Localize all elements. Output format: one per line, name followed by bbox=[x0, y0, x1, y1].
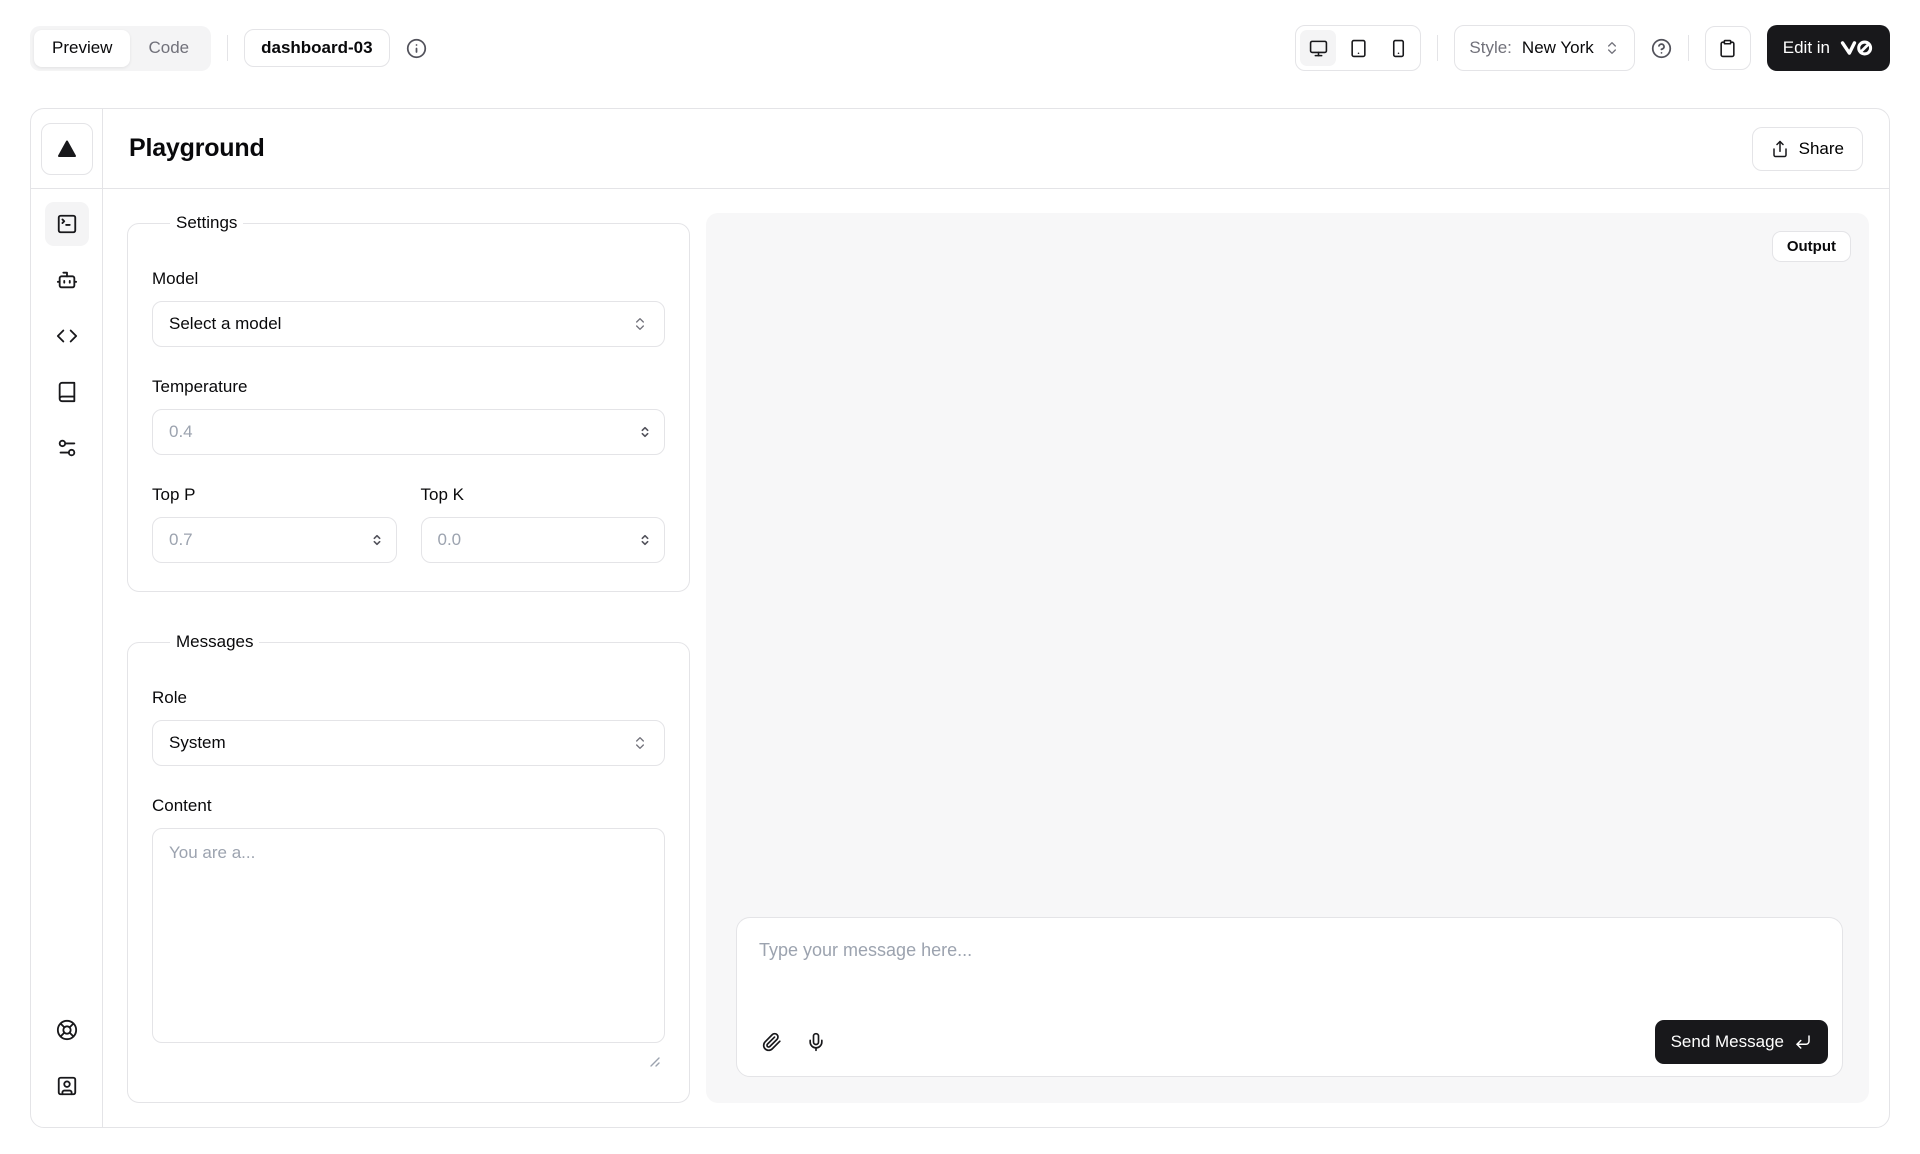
settings-sliders-icon bbox=[56, 437, 78, 459]
paperclip-icon bbox=[762, 1032, 782, 1052]
book-icon bbox=[56, 381, 78, 403]
help-circle-icon[interactable] bbox=[1651, 38, 1672, 59]
block-name-badge: dashboard-03 bbox=[244, 29, 389, 67]
style-select-label: Style: bbox=[1469, 38, 1512, 58]
share-button-label: Share bbox=[1799, 139, 1844, 159]
code-icon bbox=[56, 325, 78, 347]
content-textarea[interactable] bbox=[152, 828, 665, 1043]
main-content: Settings Model Select a model Temperatur… bbox=[103, 189, 1889, 1127]
tab-code[interactable]: Code bbox=[130, 30, 207, 67]
mobile-view-button[interactable] bbox=[1380, 30, 1416, 66]
model-select[interactable]: Select a model bbox=[152, 301, 665, 347]
share-icon bbox=[1771, 140, 1789, 158]
sidebar-header bbox=[31, 109, 103, 189]
edit-in-v0-label: Edit in bbox=[1783, 38, 1830, 58]
toolbar-divider bbox=[1688, 35, 1689, 61]
temperature-input[interactable] bbox=[152, 409, 665, 455]
attach-file-button[interactable] bbox=[753, 1023, 791, 1061]
model-select-value: Select a model bbox=[169, 314, 281, 334]
content-label: Content bbox=[152, 796, 665, 816]
settings-legend: Settings bbox=[170, 213, 243, 233]
messages-fieldset: Messages Role System Content bbox=[127, 632, 690, 1103]
resize-handle-icon[interactable] bbox=[648, 1055, 660, 1067]
toolbar-divider bbox=[1437, 35, 1438, 61]
output-badge: Output bbox=[1772, 231, 1851, 262]
role-select[interactable]: System bbox=[152, 720, 665, 766]
info-icon[interactable] bbox=[406, 38, 427, 59]
tablet-view-button[interactable] bbox=[1340, 30, 1376, 66]
top-k-label: Top K bbox=[421, 485, 666, 505]
smartphone-icon bbox=[1389, 39, 1408, 58]
toolbar-divider bbox=[227, 35, 228, 61]
composer-placeholder[interactable]: Type your message here... bbox=[759, 940, 1820, 961]
output-panel: Output Type your message here... bbox=[706, 213, 1869, 1103]
use-microphone-button[interactable] bbox=[797, 1023, 835, 1061]
desktop-view-button[interactable] bbox=[1300, 30, 1336, 66]
chevrons-up-down-icon bbox=[632, 735, 648, 751]
clipboard-icon bbox=[1718, 39, 1737, 58]
sidebar-item-help[interactable] bbox=[45, 1008, 89, 1052]
v0-logo-icon bbox=[1840, 39, 1874, 57]
chevrons-up-down-icon bbox=[1604, 40, 1620, 56]
bot-icon bbox=[56, 269, 78, 291]
role-label: Role bbox=[152, 688, 665, 708]
edit-in-v0-button[interactable]: Edit in bbox=[1767, 25, 1890, 71]
send-message-label: Send Message bbox=[1671, 1032, 1784, 1052]
triangle-logo-icon bbox=[55, 137, 79, 161]
model-label: Model bbox=[152, 269, 665, 289]
sidebar-nav bbox=[31, 189, 103, 1127]
app-logo-button[interactable] bbox=[41, 123, 93, 175]
composer-toolbar: Send Message bbox=[753, 1020, 1828, 1064]
settings-column: Settings Model Select a model Temperatur… bbox=[127, 213, 690, 1103]
preview-code-toggle: Preview Code bbox=[30, 26, 211, 71]
sidebar-item-settings[interactable] bbox=[45, 426, 89, 470]
mic-icon bbox=[806, 1032, 826, 1052]
page-header: Playground Share bbox=[103, 109, 1889, 189]
settings-fieldset: Settings Model Select a model Temperatur… bbox=[127, 213, 690, 592]
sidebar-item-playground[interactable] bbox=[45, 202, 89, 246]
terminal-square-icon bbox=[56, 213, 78, 235]
sidebar-item-models[interactable] bbox=[45, 258, 89, 302]
sidebar-item-account[interactable] bbox=[45, 1064, 89, 1108]
preview-frame: Playground Share bbox=[30, 108, 1890, 1128]
style-select[interactable]: Style: New York bbox=[1454, 25, 1634, 71]
tablet-icon bbox=[1349, 39, 1368, 58]
top-p-label: Top P bbox=[152, 485, 397, 505]
style-select-value: New York bbox=[1522, 38, 1594, 58]
tab-preview[interactable]: Preview bbox=[34, 30, 130, 67]
top-k-input[interactable] bbox=[421, 517, 666, 563]
top-p-input[interactable] bbox=[152, 517, 397, 563]
corner-down-left-icon bbox=[1794, 1033, 1812, 1051]
share-button[interactable]: Share bbox=[1752, 127, 1863, 171]
messages-legend: Messages bbox=[170, 632, 259, 652]
copy-code-button[interactable] bbox=[1705, 26, 1751, 70]
device-toggle-group bbox=[1295, 25, 1421, 71]
top-toolbar: Preview Code dashboard-03 bbox=[0, 0, 1920, 96]
chevrons-up-down-icon bbox=[632, 316, 648, 332]
page-title: Playground bbox=[129, 134, 265, 163]
message-composer[interactable]: Type your message here... bbox=[736, 917, 1843, 1077]
sidebar-item-documentation[interactable] bbox=[45, 370, 89, 414]
temperature-label: Temperature bbox=[152, 377, 665, 397]
send-message-button[interactable]: Send Message bbox=[1655, 1020, 1828, 1064]
monitor-icon bbox=[1309, 39, 1328, 58]
sidebar-item-api[interactable] bbox=[45, 314, 89, 358]
square-user-icon bbox=[56, 1075, 78, 1097]
life-buoy-icon bbox=[56, 1019, 78, 1041]
role-select-value: System bbox=[169, 733, 226, 753]
